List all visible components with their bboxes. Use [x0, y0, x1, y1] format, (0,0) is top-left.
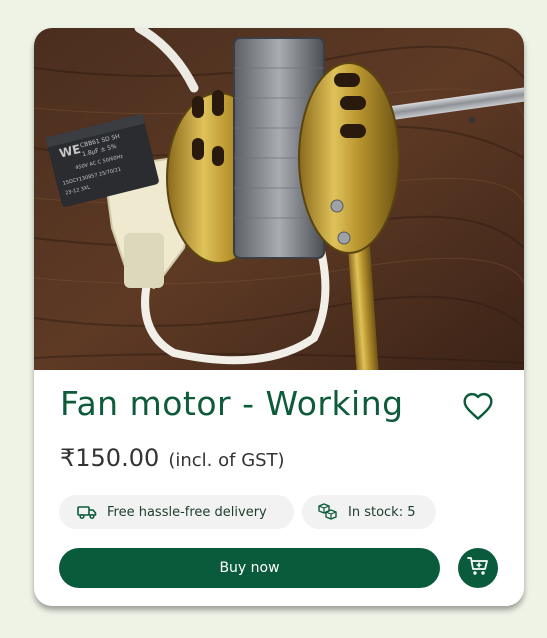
favorite-button[interactable]: [460, 390, 496, 426]
heart-outline-icon: [462, 391, 494, 425]
cart-add-icon: [466, 555, 490, 581]
delivery-chip: Free hassle-free delivery: [59, 495, 294, 529]
product-image: WE CBB61 SD SH 1.8µF ± 5% 450V AC C 50/6…: [34, 28, 524, 370]
tax-note: (incl. of GST): [168, 450, 285, 471]
truck-icon: [77, 504, 97, 520]
price: ₹150.00: [60, 444, 160, 472]
price-row: ₹150.00 (incl. of GST): [60, 444, 285, 472]
buy-now-button[interactable]: Buy now: [59, 548, 440, 588]
stock-label: In stock: 5: [348, 504, 416, 520]
product-card: WE CBB61 SD SH 1.8µF ± 5% 450V AC C 50/6…: [34, 28, 524, 606]
add-to-cart-button[interactable]: [458, 548, 498, 588]
boxes-icon: [318, 503, 338, 521]
product-title: Fan motor - Working: [60, 384, 404, 423]
delivery-label: Free hassle-free delivery: [107, 504, 267, 520]
stock-chip: In stock: 5: [302, 495, 436, 529]
